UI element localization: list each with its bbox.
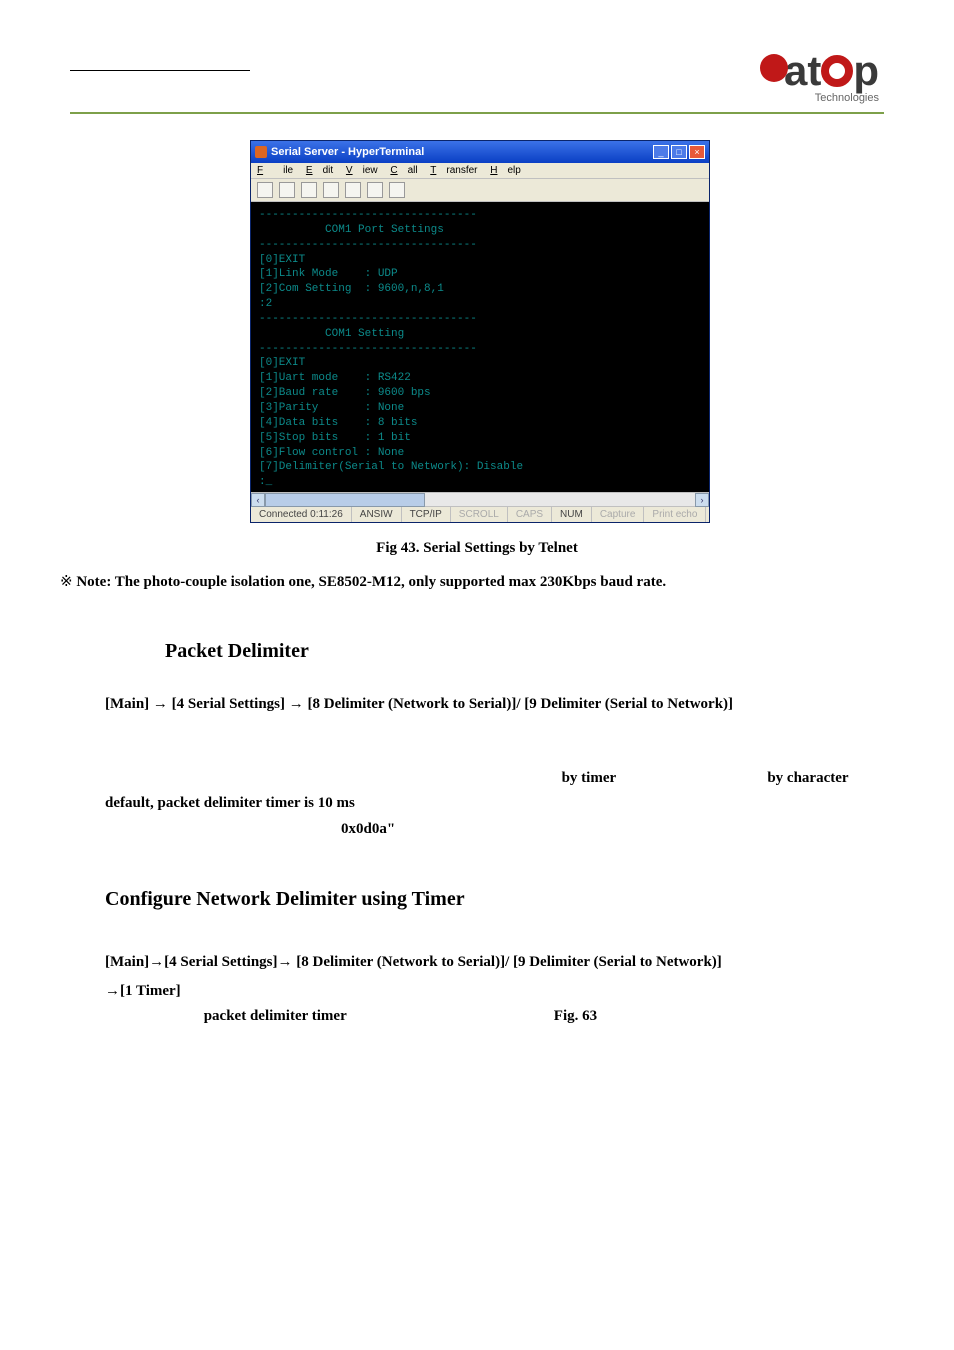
arrow-right-icon: →	[105, 982, 120, 999]
header-short-rule	[70, 70, 250, 71]
menu-call[interactable]: Call	[390, 165, 417, 176]
toolbar-receive-icon[interactable]	[367, 182, 383, 198]
bold-default-timer: default, packet delimiter timer is 10 ms	[105, 795, 355, 811]
figure-caption: Fig 43. Serial Settings by Telnet	[0, 540, 954, 557]
body-text: . By	[849, 770, 874, 786]
logo-wordmark: atp	[784, 50, 879, 92]
status-echo: Print echo	[644, 507, 706, 522]
arrow-right-icon: →	[289, 695, 304, 712]
toolbar-send-icon[interactable]	[345, 182, 361, 198]
body-text: as shown in the following figure (	[347, 1008, 554, 1024]
logo-o-icon	[821, 55, 853, 87]
note-text: ※ Note: The photo-couple isolation one, …	[60, 572, 666, 591]
status-emulation: ANSIW	[352, 507, 402, 522]
toolbar	[251, 179, 709, 202]
arrow-right-icon: →	[149, 953, 164, 970]
bold-fig-ref: Fig. 63	[554, 1008, 597, 1024]
body-text: and (2) packet delimiter	[616, 770, 767, 786]
body-text: One can choose	[105, 1008, 204, 1024]
arrow-right-icon: →	[278, 953, 293, 970]
section-heading-packet-delimiter: Packet Delimiter	[165, 640, 309, 663]
window-titlebar: Serial Server - HyperTerminal _ □ ×	[251, 141, 709, 163]
menu-help[interactable]: Help	[490, 165, 521, 176]
maximize-button[interactable]: □	[671, 145, 687, 159]
status-bar: Connected 0:11:26 ANSIW TCP/IP SCROLL CA…	[251, 506, 709, 522]
menu-view[interactable]: View	[346, 165, 378, 176]
scroll-right-icon[interactable]: ›	[695, 493, 709, 507]
toolbar-disconnect-icon[interactable]	[323, 182, 339, 198]
toolbar-connect-icon[interactable]	[301, 182, 317, 198]
logo-subtext: Technologies	[815, 92, 879, 104]
body-text: , then the entire data buffer of the ser…	[395, 821, 763, 837]
minimize-button[interactable]: _	[653, 145, 669, 159]
reference-mark-icon: ※	[60, 574, 76, 590]
status-capture: Capture	[592, 507, 645, 522]
status-scroll: SCROLL	[451, 507, 508, 522]
toolbar-new-icon[interactable]	[257, 182, 273, 198]
bold-hex-pattern: 0x0d0a"	[341, 821, 395, 837]
nav-path-1: [Main] → [4 Serial Settings] → [8 Delimi…	[105, 695, 733, 713]
status-protocol: TCP/IP	[402, 507, 451, 522]
menu-file[interactable]: File	[257, 165, 293, 176]
menu-edit[interactable]: Edit	[306, 165, 333, 176]
brand-logo: atp Technologies	[760, 50, 879, 92]
terminal-output: --------------------------------- COM1 P…	[251, 202, 709, 492]
toolbar-open-icon[interactable]	[279, 182, 295, 198]
menu-transfer[interactable]: Transfer	[430, 165, 477, 176]
packet-delimiter-paragraph: Packet delimiter is a way of controlling…	[105, 740, 879, 842]
timer-paragraph: One can choose packet delimiter timer as…	[105, 1008, 879, 1025]
scroll-thumb[interactable]	[265, 493, 425, 507]
body-text: )	[597, 1008, 602, 1024]
section-heading-configure-timer: Configure Network Delimiter using Timer	[105, 888, 465, 911]
menu-bar: File Edit View Call Transfer Help	[251, 163, 709, 179]
logo-dot-icon	[760, 54, 788, 82]
arrow-right-icon: →	[153, 695, 168, 712]
bold-packet-delimiter-timer: packet delimiter timer	[204, 1008, 347, 1024]
status-connected: Connected 0:11:26	[251, 507, 352, 522]
bold-by-timer: by timer	[562, 770, 617, 786]
horizontal-scrollbar[interactable]: ‹ ›	[251, 492, 709, 506]
toolbar-properties-icon[interactable]	[389, 182, 405, 198]
nav-path-2: [Main]→[4 Serial Settings]→ [8 Delimiter…	[105, 948, 722, 1005]
close-button[interactable]: ×	[689, 145, 705, 159]
hyperterminal-window: Serial Server - HyperTerminal _ □ × File…	[250, 140, 710, 523]
header-full-rule	[70, 112, 884, 114]
status-num: NUM	[552, 507, 592, 522]
scroll-left-icon[interactable]: ‹	[251, 493, 265, 507]
status-caps: CAPS	[508, 507, 552, 522]
hyperterminal-icon	[255, 146, 267, 158]
note-body: Note: The photo-couple isolation one, SE…	[76, 574, 666, 590]
bold-by-character: by character	[767, 770, 848, 786]
window-title: Serial Server - HyperTerminal	[271, 146, 424, 158]
